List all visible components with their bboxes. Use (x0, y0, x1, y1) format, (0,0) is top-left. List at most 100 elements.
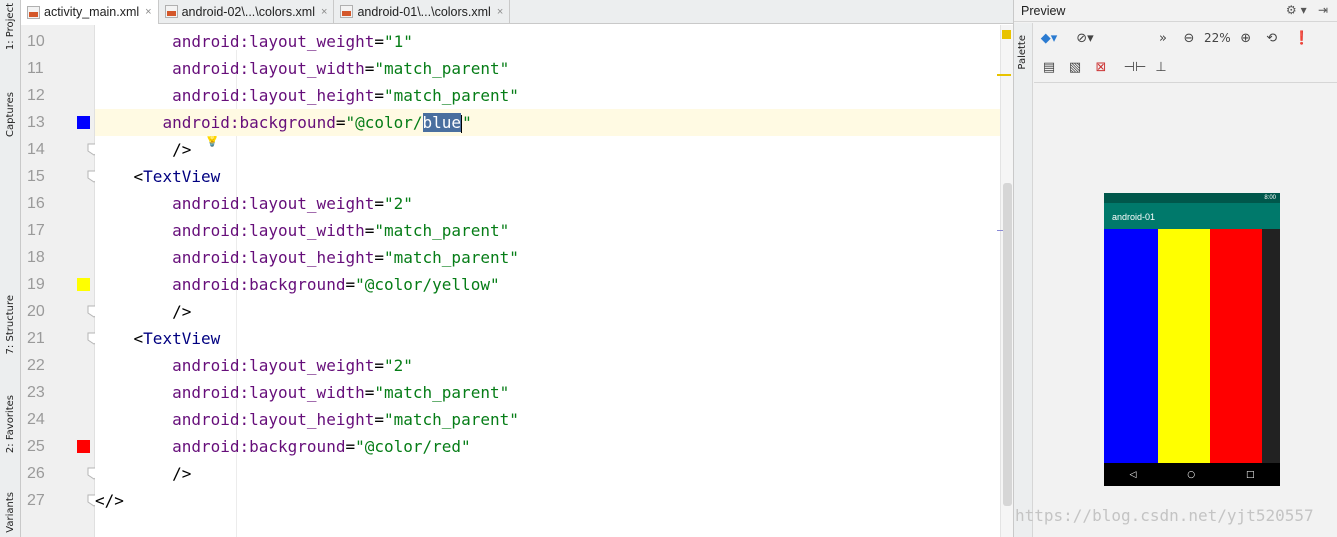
editor-tab[interactable]: android-02\...\colors.xml × (159, 0, 335, 23)
line-number: 12 (27, 87, 45, 104)
tool-window-tab[interactable]: 2: Favorites (2, 395, 19, 453)
code-editor[interactable]: 💡 android:layout_weight="1" android:layo… (95, 25, 1003, 537)
orientation-icon[interactable]: ⊘▾ (1074, 27, 1096, 49)
code-token: android:layout_height (172, 248, 375, 267)
code-line[interactable]: android:layout_height="match_parent" (95, 82, 1003, 109)
code-token: android:background (172, 437, 346, 456)
code-token: android:layout_weight (172, 32, 375, 51)
color-swatch-icon[interactable] (77, 116, 90, 129)
color-swatch-icon[interactable] (77, 440, 90, 453)
palette-label: Palette (1017, 35, 1028, 70)
line-number: 19 (27, 276, 45, 293)
code-token: android:layout_width (172, 59, 365, 78)
code-token: = (364, 59, 375, 78)
color-swatch-icon[interactable] (77, 278, 90, 291)
code-line[interactable]: android:background="@color/yellow" (95, 271, 1003, 298)
tool-window-tab[interactable]: Captures (2, 92, 19, 137)
line-number: 27 (27, 492, 45, 509)
code-line[interactable]: <TextView (95, 325, 1003, 352)
textview-preview[interactable] (1104, 229, 1158, 463)
tool-window-tab[interactable]: 1: Project (2, 3, 19, 50)
code-token: TextView (143, 167, 221, 186)
blueprint-view-icon[interactable]: ▧ (1064, 57, 1086, 79)
layers-icon[interactable]: ◆▾ (1038, 27, 1060, 49)
code-token: "match_parent" (384, 410, 519, 429)
xml-file-icon (27, 5, 40, 19)
textview-preview[interactable] (1157, 229, 1210, 463)
tab-label: activity_main.xml (44, 5, 140, 19)
tool-window-tab[interactable]: Variants (2, 492, 19, 533)
refresh-icon[interactable]: ⟲ (1261, 27, 1283, 49)
close-icon[interactable]: × (497, 6, 503, 18)
code-line[interactable]: /> (95, 136, 1003, 163)
code-line[interactable]: android:layout_weight="2" (95, 190, 1003, 217)
code-line[interactable]: android:layout_height="match_parent" (95, 406, 1003, 433)
warning-icon[interactable]: ❗ (1291, 27, 1313, 49)
design-view-icon[interactable]: ▤ (1038, 57, 1060, 79)
code-token: "match_parent" (384, 248, 519, 267)
line-number: 11 (27, 60, 44, 77)
clear-constraints-icon[interactable]: ⊠ (1090, 57, 1112, 79)
watermark: https://blog.csdn.net/yjt520557 (1015, 506, 1314, 525)
line-number: 17 (27, 222, 45, 239)
close-icon[interactable]: × (321, 6, 327, 18)
tool-window-tab[interactable]: 7: Structure (2, 295, 19, 354)
code-line[interactable]: <TextView (95, 163, 1003, 190)
code-line[interactable]: android:layout_height="match_parent" (95, 244, 1003, 271)
code-token: </> (95, 491, 124, 510)
code-line[interactable]: /> (95, 298, 1003, 325)
code-line[interactable]: android:layout_weight="2" (95, 352, 1003, 379)
code-token: TextView (143, 329, 221, 348)
code-token: = (345, 437, 356, 456)
preview-title: Preview (1021, 4, 1066, 18)
tab-label: android-01\...\colors.xml (357, 4, 491, 19)
xml-file-icon (340, 5, 354, 18)
editor-tab[interactable]: android-01\...\colors.xml × (334, 0, 511, 23)
code-token: = (374, 32, 384, 51)
expand-more-icon[interactable]: » (1152, 27, 1174, 49)
close-icon[interactable]: × (145, 6, 151, 18)
vertical-guide-icon[interactable]: ⊥ (1150, 57, 1172, 79)
code-token: android:background (172, 275, 346, 294)
code-token: android:layout_width (172, 221, 365, 240)
tool-window-label: Variants (5, 492, 16, 533)
line-number: 15 (27, 168, 45, 185)
code-token: android:layout_weight (172, 356, 375, 375)
preview-window-controls[interactable]: ⚙▾ ⇥ (1286, 3, 1332, 17)
editor-tab[interactable]: activity_main.xml × (21, 0, 159, 24)
code-line[interactable]: android:background="@color/blue" (95, 109, 1003, 136)
code-line[interactable]: android:layout_width="match_parent" (95, 217, 1003, 244)
code-line[interactable]: android:background="@color/red" (95, 433, 1003, 460)
code-token: = (374, 410, 384, 429)
textview-preview[interactable] (1209, 229, 1262, 463)
warning-stripe[interactable] (997, 74, 1011, 76)
code-token: android:layout_height (172, 86, 375, 105)
code-token: < (133, 167, 144, 186)
code-line[interactable]: /> (95, 460, 1003, 487)
zoom-in-icon[interactable]: ⊕ (1235, 27, 1257, 49)
code-line[interactable]: </> (95, 487, 1003, 514)
code-token: /> (172, 302, 192, 321)
palette-tab[interactable]: Palette (1014, 23, 1033, 537)
code-line[interactable]: android:layout_width="match_parent" (95, 55, 1003, 82)
code-line[interactable]: android:layout_weight="1" (95, 28, 1003, 55)
code-token: "1" (384, 32, 413, 51)
tool-window-label: 7: Structure (5, 295, 16, 355)
preview-panel: Preview ⚙▾ ⇥ Palette ◆▾ ⊘▾ » ⊖ 22% ⊕ ⟲ ❗… (1013, 0, 1337, 537)
editor-scrollbar[interactable] (997, 25, 1013, 537)
code-token: "match_parent" (374, 59, 510, 78)
warning-marker[interactable] (1002, 30, 1011, 39)
line-number: 24 (27, 411, 45, 428)
zoom-out-icon[interactable]: ⊖ (1178, 27, 1200, 49)
horizontal-guide-icon[interactable]: ⊣⊢ (1124, 57, 1147, 79)
code-token: "match_parent" (374, 221, 510, 240)
code-line[interactable]: android:layout_width="match_parent" (95, 379, 1003, 406)
scrollbar-thumb[interactable] (1003, 183, 1012, 506)
